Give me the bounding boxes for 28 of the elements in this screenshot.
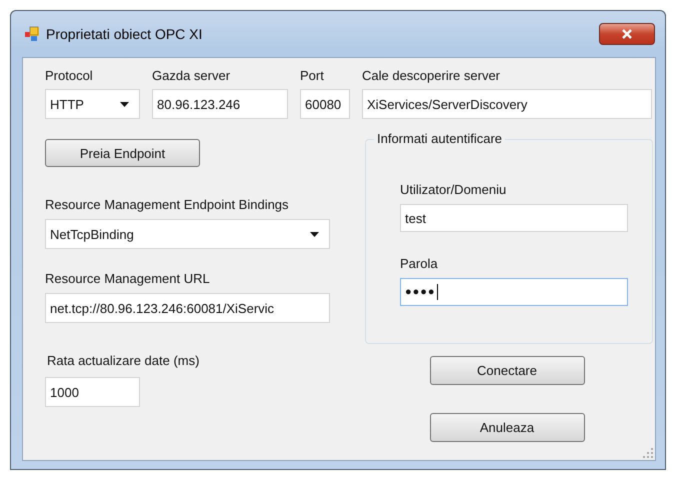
fetch-endpoint-button[interactable]: Preia Endpoint xyxy=(45,139,200,167)
resize-grip-icon xyxy=(643,448,653,458)
field-label: Cale descoperire server xyxy=(362,68,502,84)
protocol-dropdown[interactable]: HTTP xyxy=(45,89,140,119)
close-icon xyxy=(621,29,633,39)
app-icon xyxy=(24,26,40,42)
connect-button[interactable]: Conectare xyxy=(430,356,584,385)
field-label: Resource Management Endpoint Bindings xyxy=(45,197,289,213)
username-field[interactable]: test xyxy=(400,204,628,232)
field-label: Parola xyxy=(400,256,439,272)
window-title: Proprietati obiect OPC XI xyxy=(46,26,204,42)
field-label: Rata actualizare date (ms) xyxy=(47,353,200,369)
password-field[interactable]: ●●●● xyxy=(400,278,628,306)
dropdown-arrow-icon xyxy=(310,232,319,236)
field-label: Gazda server xyxy=(152,68,232,84)
dropdown-arrow-icon xyxy=(120,102,129,106)
field-label: Utilizator/Domeniu xyxy=(400,182,508,198)
refresh-rate-field[interactable]: 1000 xyxy=(45,377,140,407)
cancel-button[interactable]: Anuleaza xyxy=(430,413,584,442)
host-field[interactable]: 80.96.123.246 xyxy=(152,89,288,119)
close-button[interactable] xyxy=(599,23,655,45)
field-label: Resource Management URL xyxy=(45,271,210,287)
bindings-dropdown[interactable]: NetTcpBinding xyxy=(45,219,330,249)
url-field[interactable]: net.tcp://80.96.123.246:60081/XiServic xyxy=(45,293,330,323)
path-field[interactable]: XiServices/ServerDiscovery xyxy=(362,89,652,119)
field-label: Protocol xyxy=(45,68,94,84)
field-label: Port xyxy=(300,68,325,84)
port-field[interactable]: 60080 xyxy=(300,89,350,119)
